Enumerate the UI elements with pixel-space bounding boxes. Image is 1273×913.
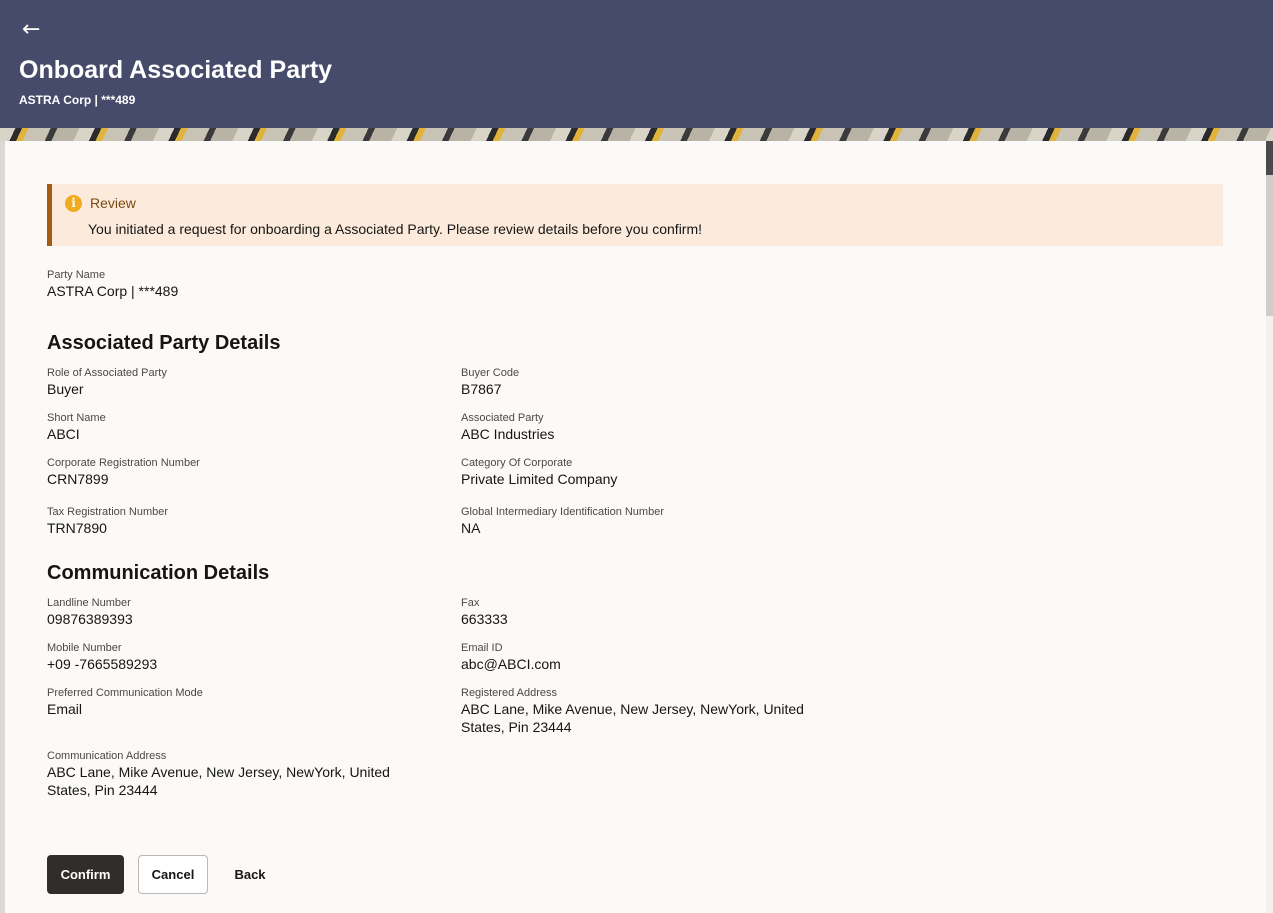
field-label: Corporate Registration Number (47, 457, 200, 469)
field-label: Party Name (47, 269, 106, 281)
scrollbar-up-button[interactable] (1266, 141, 1273, 175)
field-value: B7867 (461, 381, 502, 397)
field-buyer-code: Buyer Code B7867 (461, 366, 519, 398)
field-value: ASTRA Corp | ***489 (47, 283, 179, 299)
field-label: Fax (461, 597, 480, 609)
field-label: Buyer Code (461, 367, 520, 379)
field-value: ABCI (47, 426, 80, 442)
field-email: Email ID abc@ABCI.com (461, 641, 561, 673)
field-associated-party: Associated Party ABC Industries (461, 411, 554, 443)
field-value: Email (47, 701, 83, 717)
field-label: Associated Party (461, 412, 544, 424)
field-value: ABC Lane, Mike Avenue, New Jersey, NewYo… (461, 701, 804, 735)
field-value: 663333 (461, 611, 508, 627)
field-label: Short Name (47, 412, 106, 424)
field-value: abc@ABCI.com (461, 656, 561, 672)
field-value: CRN7899 (47, 471, 109, 487)
field-fax: Fax 663333 (461, 596, 508, 628)
field-tax-registration: Tax Registration Number TRN7890 (47, 505, 168, 537)
party-name-field: Party Name ASTRA Corp | ***489 (47, 268, 178, 300)
field-value: +09 -7665589293 (47, 656, 158, 672)
section-title-communication: Communication Details (47, 562, 270, 584)
field-role: Role of Associated Party Buyer (47, 366, 167, 398)
confirm-button[interactable]: Confirm (47, 855, 124, 894)
field-short-name: Short Name ABCI (47, 411, 106, 443)
cancel-button[interactable]: Cancel (138, 855, 208, 894)
alert-title: Review (90, 195, 136, 211)
field-preferred-mode: Preferred Communication Mode Email (47, 686, 203, 718)
field-label: Global Intermediary Identification Numbe… (461, 506, 664, 518)
page-title: Onboard Associated Party (19, 56, 333, 84)
field-value: Buyer (47, 381, 84, 397)
page-subtitle: ASTRA Corp | ***489 (19, 93, 136, 107)
field-category-of-corporate: Category Of Corporate Private Limited Co… (461, 456, 617, 488)
field-value: 09876389393 (47, 611, 133, 627)
field-giin: Global Intermediary Identification Numbe… (461, 505, 664, 537)
field-label: Registered Address (461, 687, 557, 699)
field-label: Landline Number (47, 597, 131, 609)
field-value: NA (461, 520, 481, 536)
field-label: Category Of Corporate (461, 457, 573, 469)
field-value: ABC Industries (461, 426, 555, 442)
field-value: TRN7890 (47, 520, 107, 536)
field-communication-address: Communication Address ABC Lane, Mike Ave… (47, 749, 407, 799)
back-button[interactable]: Back (222, 855, 278, 894)
arrow-left-icon[interactable]: ← (22, 16, 40, 44)
info-icon: i (65, 195, 82, 212)
field-label: Communication Address (47, 750, 167, 762)
decorative-banner (0, 128, 1273, 141)
page-header: ← Onboard Associated Party ASTRA Corp | … (0, 0, 1273, 141)
field-corporate-registration: Corporate Registration Number CRN7899 (47, 456, 200, 488)
field-label: Mobile Number (47, 642, 122, 654)
field-label: Tax Registration Number (47, 506, 169, 518)
field-label: Preferred Communication Mode (47, 687, 203, 699)
field-landline: Landline Number 09876389393 (47, 596, 133, 628)
field-value: ABC Lane, Mike Avenue, New Jersey, NewYo… (47, 764, 390, 798)
field-label: Email ID (461, 642, 503, 654)
field-mobile: Mobile Number +09 -7665589293 (47, 641, 157, 673)
section-title-associated-party: Associated Party Details (47, 332, 281, 354)
field-registered-address: Registered Address ABC Lane, Mike Avenue… (461, 686, 821, 736)
field-label: Role of Associated Party (47, 367, 167, 379)
field-value: Private Limited Company (461, 471, 618, 487)
alert-message: You initiated a request for onboarding a… (88, 221, 703, 237)
review-alert: i Review You initiated a request for onb… (47, 184, 1223, 246)
